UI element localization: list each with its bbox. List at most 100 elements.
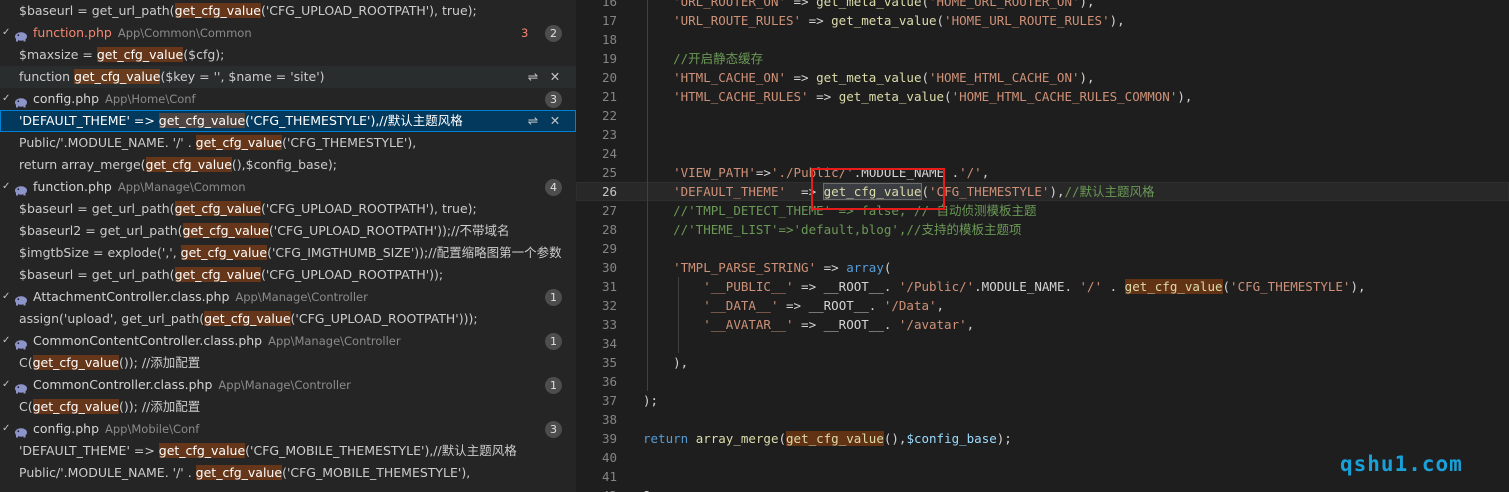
code-token: 'HTML_CACHE_ON' (673, 70, 786, 85)
code-text: 'DEFAULT_THEME' => get_cfg_value('CFG_TH… (643, 182, 1155, 201)
code-line[interactable]: 22 (576, 106, 1509, 125)
match-count-badge: 1 (545, 377, 562, 394)
code-text: ?> (643, 486, 658, 492)
code-line[interactable]: 37); (576, 391, 1509, 410)
close-icon[interactable]: ✕ (544, 66, 566, 88)
line-number: 32 (601, 298, 617, 313)
code-token: => __ROOT__. (793, 279, 899, 294)
chevron-down-icon[interactable]: ✓ (2, 176, 14, 198)
code-line[interactable]: 32 '__DATA__' => __ROOT__. '/Data', (576, 296, 1509, 315)
code-token: ), (1109, 13, 1125, 28)
match-after: ('CFG_UPLOAD_ROOTPATH'), true); (260, 201, 477, 216)
line-number: 40 (601, 450, 617, 465)
code-line[interactable]: 30 'TMPL_PARSE_STRING' => array( (576, 258, 1509, 277)
code-line[interactable]: 35 ), (576, 353, 1509, 372)
search-match-row[interactable]: Public/'.MODULE_NAME. '/' . get_cfg_valu… (0, 462, 576, 484)
file-name: AttachmentController.class.php App\Manage… (33, 286, 368, 308)
search-match-row[interactable]: 'DEFAULT_THEME' => get_cfg_value('CFG_MO… (0, 440, 576, 462)
code-line[interactable]: 42 ?> (576, 486, 1509, 492)
replace-icon[interactable]: ⇌ (522, 66, 544, 88)
search-match-row[interactable]: $baseurl = get_url_path(get_cfg_value('C… (0, 0, 576, 22)
code-line[interactable]: 17 'URL_ROUTE_RULES' => get_meta_value('… (576, 11, 1509, 30)
search-file-row[interactable]: ✓ CommonContentController.class.php App\Ma… (0, 330, 576, 352)
match-before: $baseurl2 = get_url_path( (19, 223, 183, 238)
search-match-row[interactable]: return array_merge(get_cfg_value(),$conf… (0, 154, 576, 176)
code-line[interactable]: 28 //'THEME_LIST'=>'default,blog',//支持的模… (576, 220, 1509, 239)
match-highlight: get_cfg_value (158, 443, 246, 458)
line-number: 28 (601, 222, 617, 237)
code-token: => (786, 70, 817, 85)
search-file-row[interactable]: ✓ function.php App\Common\Common 3 2 (0, 22, 576, 44)
code-token: => (816, 260, 847, 275)
search-match-row[interactable]: C(get_cfg_value()); //添加配置 (0, 352, 576, 374)
search-match-row[interactable]: C(get_cfg_value()); //添加配置 (0, 396, 576, 418)
match-after: ('CFG_IMGTHUMB_SIZE'));//配置缩略图第一个参数 (267, 245, 562, 260)
code-token: . (1102, 279, 1125, 294)
chevron-down-icon[interactable]: ✓ (2, 374, 14, 396)
code-token: , (981, 165, 990, 180)
search-file-row[interactable]: ✓ CommonController.class.php App\Manage\Co… (0, 374, 576, 396)
line-number: 38 (601, 412, 617, 427)
code-line[interactable]: 39 return array_merge(get_cfg_value(),$co… (576, 429, 1509, 448)
code-line[interactable]: 31 '__PUBLIC__' => __ROOT__. '/Public/'.… (576, 277, 1509, 296)
search-file-row[interactable]: ✓ function.php App\Manage\Common 4 (0, 176, 576, 198)
match-before: return array_merge( (19, 157, 146, 172)
code-token: get_meta_value (838, 89, 945, 104)
code-token: , (966, 317, 975, 332)
chevron-down-icon[interactable]: ✓ (2, 22, 14, 44)
chevron-down-icon[interactable]: ✓ (2, 286, 14, 308)
code-editor[interactable]: 16 'URL_ROUTER_ON' => get_meta_value('HO… (576, 0, 1509, 492)
match-highlight: get_cfg_value (204, 311, 291, 326)
search-file-row[interactable]: ✓ config.php App\Home\Conf 3 (0, 88, 576, 110)
code-line[interactable]: 24 (576, 144, 1509, 163)
line-number: 16 (601, 0, 617, 9)
match-before: $imgtbSize = explode(',', (19, 245, 181, 260)
match-count-badge: 2 (545, 25, 562, 42)
close-icon[interactable]: ✕ (544, 110, 566, 132)
line-number: 21 (601, 89, 617, 104)
code-line[interactable]: 19 //开启静态缓存 (576, 49, 1509, 68)
code-line[interactable]: 21 'HTML_CACHE_RULES' => get_meta_value(… (576, 87, 1509, 106)
code-line[interactable]: 23 (576, 125, 1509, 144)
chevron-down-icon[interactable]: ✓ (2, 330, 14, 352)
code-line[interactable]: 33 '__AVATAR__' => __ROOT__. '/avatar', (576, 315, 1509, 334)
code-line[interactable]: 36 (576, 372, 1509, 391)
code-line[interactable]: 20 'HTML_CACHE_ON' => get_meta_value('HO… (576, 68, 1509, 87)
search-results-tree: ✓InfoClientController.class.phpApp\Api\C… (0, 0, 576, 484)
code-token: return (643, 431, 689, 446)
code-line[interactable]: 27 //'TMPL_DETECT_THEME' => false, // 自动… (576, 201, 1509, 220)
line-number: 18 (601, 32, 617, 47)
line-number: 30 (601, 260, 617, 275)
match-before: C( (19, 399, 33, 414)
code-line[interactable]: 16 'URL_ROUTER_ON' => get_meta_value('HO… (576, 0, 1509, 11)
search-match-row[interactable]: Public/'.MODULE_NAME. '/' . get_cfg_valu… (0, 132, 576, 154)
search-match-row[interactable]: $baseurl = get_url_path(get_cfg_value('C… (0, 198, 576, 220)
chevron-down-icon[interactable]: ✓ (2, 88, 14, 110)
code-line[interactable]: 29 (576, 239, 1509, 258)
search-match-row[interactable]: $baseurl2 = get_url_path(get_cfg_value('… (0, 220, 576, 242)
code-line[interactable]: 26 'DEFAULT_THEME' => get_cfg_value('CFG… (576, 182, 1509, 201)
code-token: array_merge (695, 431, 779, 446)
code-line[interactable]: 18 (576, 30, 1509, 49)
search-match-row[interactable]: assign('upload', get_url_path(get_cfg_va… (0, 308, 576, 330)
search-file-row[interactable]: ✓ AttachmentController.class.php App\Manag… (0, 286, 576, 308)
file-name-text: config.php (33, 421, 100, 436)
code-line[interactable]: 34 (576, 334, 1509, 353)
code-line[interactable]: 38 (576, 410, 1509, 429)
php-file-icon (14, 291, 28, 306)
code-line[interactable]: 25 'VIEW_PATH'=>'./Public/'.MODULE_NAME … (576, 163, 1509, 182)
chevron-down-icon[interactable]: ✓ (2, 418, 14, 440)
search-file-row[interactable]: ✓ config.php App\Mobile\Conf 3 (0, 418, 576, 440)
code-text: '__DATA__' => __ROOT__. '/Data', (643, 296, 944, 315)
search-match-row[interactable]: $imgtbSize = explode(',', get_cfg_value(… (0, 242, 576, 264)
code-token: ( (778, 431, 787, 446)
code-token: ), (1350, 279, 1366, 294)
code-token: '/' (1079, 279, 1103, 294)
search-match-row[interactable]: 'DEFAULT_THEME' => get_cfg_value('CFG_TH… (0, 110, 576, 132)
search-match-row[interactable]: function get_cfg_value($key = '', $name … (0, 66, 576, 88)
search-match-row[interactable]: $baseurl = get_url_path(get_cfg_value('C… (0, 264, 576, 286)
search-match-row[interactable]: $maxsize = get_cfg_value($cfg); (0, 44, 576, 66)
code-token: get_meta_value (816, 0, 922, 9)
replace-icon[interactable]: ⇌ (522, 110, 544, 132)
